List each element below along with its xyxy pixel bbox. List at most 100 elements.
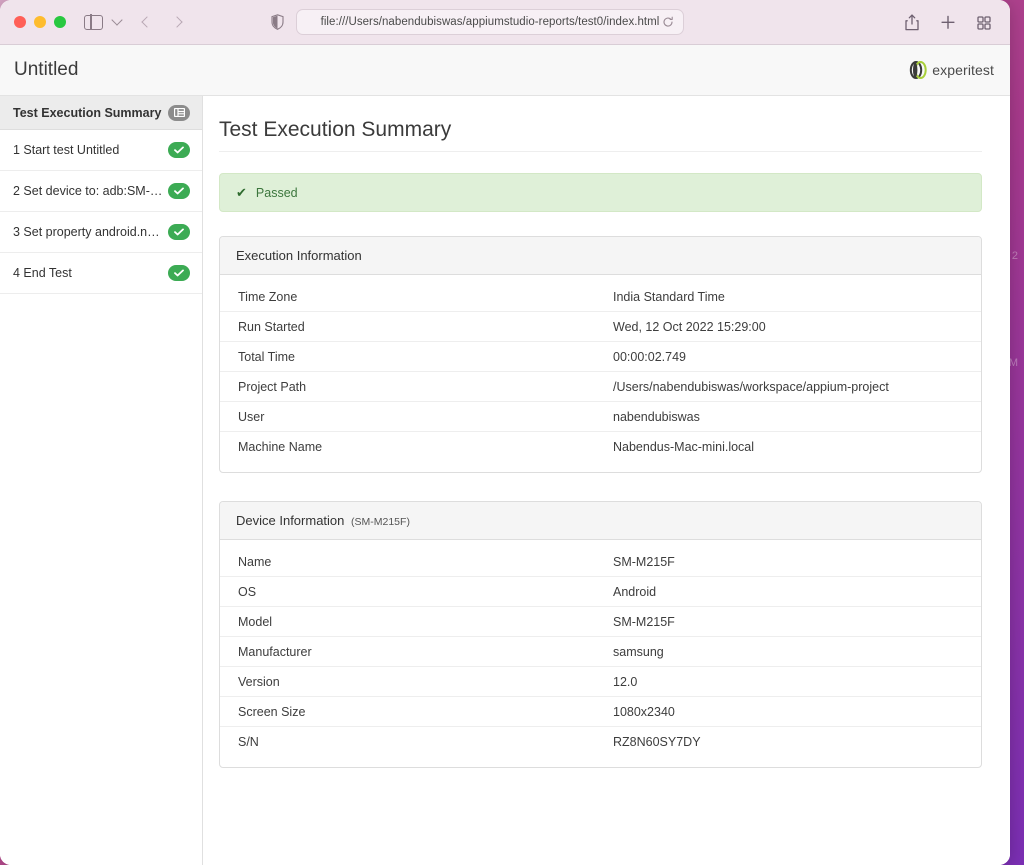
row-value: SM-M215F [613, 615, 675, 629]
sidebar-item-label: 4 End Test [13, 266, 72, 280]
shield-icon[interactable] [271, 14, 284, 30]
tab-overview-icon[interactable] [976, 14, 992, 31]
table-row: Screen Size 1080x2340 [220, 697, 981, 727]
address-bar[interactable]: file:///Users/nabendubiswas/appiumstudio… [296, 9, 684, 35]
table-row: Model SM-M215F [220, 607, 981, 637]
table-row: Name SM-M215F [220, 547, 981, 577]
row-value: 12.0 [613, 675, 637, 689]
execution-information-panel: Execution Information Time Zone India St… [219, 236, 982, 473]
row-value: RZ8N60SY7DY [613, 735, 701, 749]
row-value: /Users/nabendubiswas/workspace/appium-pr… [613, 380, 889, 394]
panel-body: Name SM-M215F OS Android Model SM-M215F [220, 540, 981, 767]
status-banner-label: Passed [256, 186, 298, 200]
window-controls [14, 16, 66, 28]
chevron-down-icon[interactable] [111, 14, 122, 25]
row-value: India Standard Time [613, 290, 725, 304]
row-key: Machine Name [238, 440, 613, 454]
row-key: Screen Size [238, 705, 613, 719]
report-body: Test Execution Summary 1 Start test Unti… [0, 96, 1010, 865]
experitest-mark-icon [905, 57, 931, 83]
check-icon: ✔ [236, 186, 247, 199]
table-row: Machine Name Nabendus-Mac-mini.local [220, 432, 981, 462]
desktop-mark: M [1009, 357, 1018, 369]
main-content: Test Execution Summary ✔ Passed Executio… [203, 96, 1010, 865]
sidebar-item-step-4[interactable]: 4 End Test [0, 253, 202, 294]
table-row: Run Started Wed, 12 Oct 2022 15:29:00 [220, 312, 981, 342]
zoom-window-button[interactable] [54, 16, 66, 28]
sidebar-header-label: Test Execution Summary [13, 106, 161, 120]
row-value: 00:00:02.749 [613, 350, 686, 364]
table-row: S/N RZ8N60SY7DY [220, 727, 981, 757]
check-icon [168, 224, 190, 240]
row-value: Nabendus-Mac-mini.local [613, 440, 754, 454]
toolbar-right-group [904, 14, 996, 31]
brand-text: experitest [932, 62, 994, 78]
panel-subtitle: (SM-M215F) [351, 516, 410, 528]
panel-header: Execution Information [220, 237, 981, 275]
table-row: Time Zone India Standard Time [220, 282, 981, 312]
table-row: Version 12.0 [220, 667, 981, 697]
panel-title: Execution Information [236, 248, 362, 263]
sidebar-item-step-3[interactable]: 3 Set property android.nativ... [0, 212, 202, 253]
row-key: Version [238, 675, 613, 689]
sidebar-item-step-1[interactable]: 1 Start test Untitled [0, 130, 202, 171]
reload-icon[interactable] [662, 16, 674, 28]
row-key: OS [238, 585, 613, 599]
row-value: Android [613, 585, 656, 599]
sidebar-header[interactable]: Test Execution Summary [0, 96, 202, 130]
panel-title: Device Information [236, 513, 344, 528]
sidebar-toggle-icon[interactable] [84, 15, 103, 30]
row-key: User [238, 410, 613, 424]
row-value: SM-M215F [613, 555, 675, 569]
panel-body: Time Zone India Standard Time Run Starte… [220, 275, 981, 472]
sidebar-item-label: 3 Set property android.nativ... [13, 225, 163, 239]
browser-toolbar: file:///Users/nabendubiswas/appiumstudio… [0, 0, 1010, 45]
row-value: Wed, 12 Oct 2022 15:29:00 [613, 320, 766, 334]
page-title: Untitled [14, 59, 78, 81]
status-badge [168, 224, 190, 240]
desktop-mark: 2 [1012, 250, 1018, 262]
row-key: Model [238, 615, 613, 629]
check-icon [168, 265, 190, 281]
table-row: OS Android [220, 577, 981, 607]
row-key: Name [238, 555, 613, 569]
report-page: Untitled experitest Test Execution Summa… [0, 45, 1010, 865]
check-icon [168, 142, 190, 158]
sidebar-header-badge [168, 105, 190, 121]
status-badge [168, 142, 190, 158]
sidebar: Test Execution Summary 1 Start test Unti… [0, 96, 203, 865]
sidebar-item-label: 1 Start test Untitled [13, 143, 119, 157]
minimize-window-button[interactable] [34, 16, 46, 28]
status-banner: ✔ Passed [219, 173, 982, 212]
sidebar-item-label: 2 Set device to: adb:SM-M2... [13, 184, 163, 198]
row-key: Total Time [238, 350, 613, 364]
panel-header: Device Information (SM-M215F) [220, 502, 981, 540]
navigation-buttons [143, 18, 181, 26]
table-row: User nabendubiswas [220, 402, 981, 432]
plus-icon[interactable] [940, 14, 956, 31]
row-key: Manufacturer [238, 645, 613, 659]
forward-chevron-icon[interactable] [171, 16, 182, 27]
row-key: Time Zone [238, 290, 613, 304]
row-key: Project Path [238, 380, 613, 394]
close-window-button[interactable] [14, 16, 26, 28]
row-value: samsung [613, 645, 664, 659]
row-key: S/N [238, 735, 613, 749]
status-badge [168, 265, 190, 281]
check-icon [168, 183, 190, 199]
url-text: file:///Users/nabendubiswas/appiumstudio… [321, 16, 660, 28]
table-icon [168, 105, 190, 121]
table-row: Manufacturer samsung [220, 637, 981, 667]
row-value: 1080x2340 [613, 705, 675, 719]
share-icon[interactable] [904, 14, 920, 31]
row-value: nabendubiswas [613, 410, 700, 424]
main-title: Test Execution Summary [219, 118, 982, 152]
report-header: Untitled experitest [0, 45, 1010, 96]
row-key: Run Started [238, 320, 613, 334]
status-badge [168, 183, 190, 199]
device-information-panel: Device Information (SM-M215F) Name SM-M2… [219, 501, 982, 768]
back-chevron-icon[interactable] [141, 16, 152, 27]
experitest-logo: experitest [905, 57, 994, 83]
table-row: Project Path /Users/nabendubiswas/worksp… [220, 372, 981, 402]
sidebar-item-step-2[interactable]: 2 Set device to: adb:SM-M2... [0, 171, 202, 212]
